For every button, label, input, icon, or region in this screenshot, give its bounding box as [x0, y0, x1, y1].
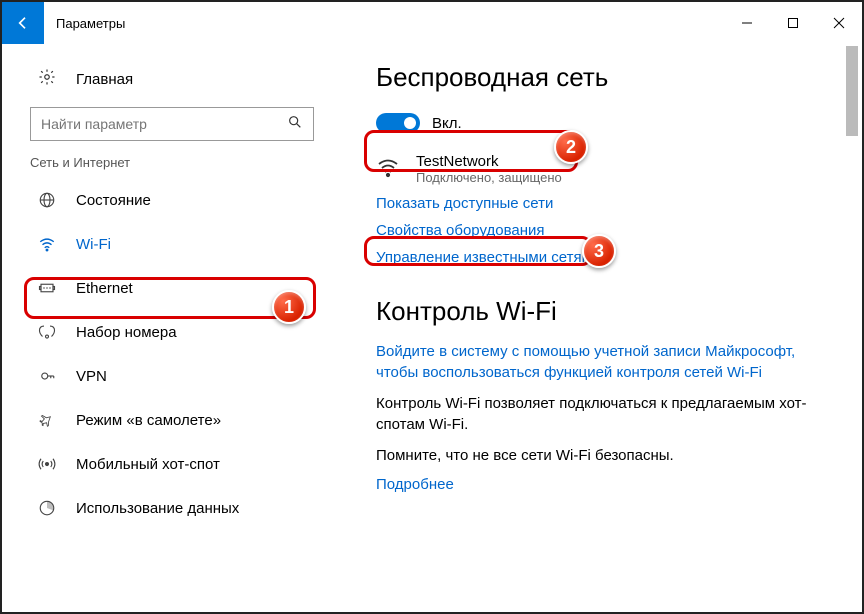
- sidebar-home-label: Главная: [76, 71, 133, 88]
- wifi-control-heading: Контроль Wi-Fi: [376, 296, 832, 327]
- annotation-badge-1: 1: [272, 290, 306, 324]
- airplane-icon: [38, 411, 56, 429]
- wifi-toggle-row: Вкл.: [376, 107, 832, 139]
- annotation-badge-3: 3: [582, 234, 616, 268]
- hotspot-icon: [38, 455, 56, 473]
- minimize-button[interactable]: [724, 2, 770, 44]
- dialup-icon: [38, 323, 56, 341]
- vpn-icon: [38, 367, 56, 385]
- globe-icon: [38, 191, 56, 209]
- sidebar-item-label: Состояние: [76, 192, 151, 209]
- link-show-networks[interactable]: Показать доступные сети: [376, 195, 832, 212]
- sidebar-item-status[interactable]: Состояние: [30, 178, 324, 222]
- search-input[interactable]: [41, 116, 287, 132]
- sidebar-item-label: Ethernet: [76, 280, 133, 297]
- link-more[interactable]: Подробнее: [376, 476, 832, 493]
- wireless-heading: Беспроводная сеть: [376, 62, 832, 93]
- sidebar-item-label: Мобильный хот-спот: [76, 456, 220, 473]
- minimize-icon: [741, 17, 753, 29]
- wifi-control-para2: Помните, что не все сети Wi-Fi безопасны…: [376, 445, 832, 466]
- close-button[interactable]: [816, 2, 862, 44]
- wifi-connected-icon: [376, 155, 402, 184]
- sidebar-item-vpn[interactable]: VPN: [30, 354, 324, 398]
- annotation-badge-2: 2: [554, 130, 588, 164]
- content-panel: Беспроводная сеть Вкл. TestNetwork Подкл…: [324, 44, 862, 612]
- sidebar-item-airplane[interactable]: Режим «в самолете»: [30, 398, 324, 442]
- wifi-toggle[interactable]: [376, 113, 420, 133]
- window-title: Параметры: [56, 16, 125, 31]
- current-network[interactable]: TestNetwork Подключено, защищено: [376, 153, 832, 185]
- search-icon: [287, 114, 303, 135]
- network-name: TestNetwork: [416, 153, 562, 170]
- sidebar-item-label: Набор номера: [76, 324, 177, 341]
- scrollbar-thumb[interactable]: [846, 46, 858, 136]
- gear-icon: [38, 68, 56, 91]
- search-box[interactable]: [30, 107, 314, 141]
- network-status: Подключено, защищено: [416, 170, 562, 185]
- close-icon: [833, 17, 845, 29]
- titlebar: Параметры: [2, 2, 862, 44]
- maximize-icon: [787, 17, 799, 29]
- link-signin-microsoft[interactable]: Войдите в систему с помощью учетной запи…: [376, 341, 832, 383]
- back-button[interactable]: [2, 2, 44, 44]
- sidebar-item-hotspot[interactable]: Мобильный хот-спот: [30, 442, 324, 486]
- sidebar-item-label: VPN: [76, 368, 107, 385]
- sidebar-item-label: Использование данных: [76, 500, 239, 517]
- sidebar: Главная Сеть и Интернет Состояние Wi-Fi …: [2, 44, 324, 612]
- sidebar-item-wifi[interactable]: Wi-Fi: [30, 222, 324, 266]
- toggle-label: Вкл.: [432, 115, 462, 132]
- wifi-control-para1: Контроль Wi-Fi позволяет подключаться к …: [376, 393, 832, 435]
- wifi-icon: [38, 235, 56, 253]
- sidebar-item-label: Wi-Fi: [76, 236, 111, 253]
- maximize-button[interactable]: [770, 2, 816, 44]
- sidebar-category: Сеть и Интернет: [30, 155, 324, 170]
- toggle-knob: [404, 117, 416, 129]
- arrow-left-icon: [15, 15, 31, 31]
- ethernet-icon: [38, 279, 56, 297]
- sidebar-item-label: Режим «в самолете»: [76, 412, 221, 429]
- sidebar-home[interactable]: Главная: [30, 59, 324, 99]
- data-usage-icon: [38, 499, 56, 517]
- sidebar-item-datausage[interactable]: Использование данных: [30, 486, 324, 530]
